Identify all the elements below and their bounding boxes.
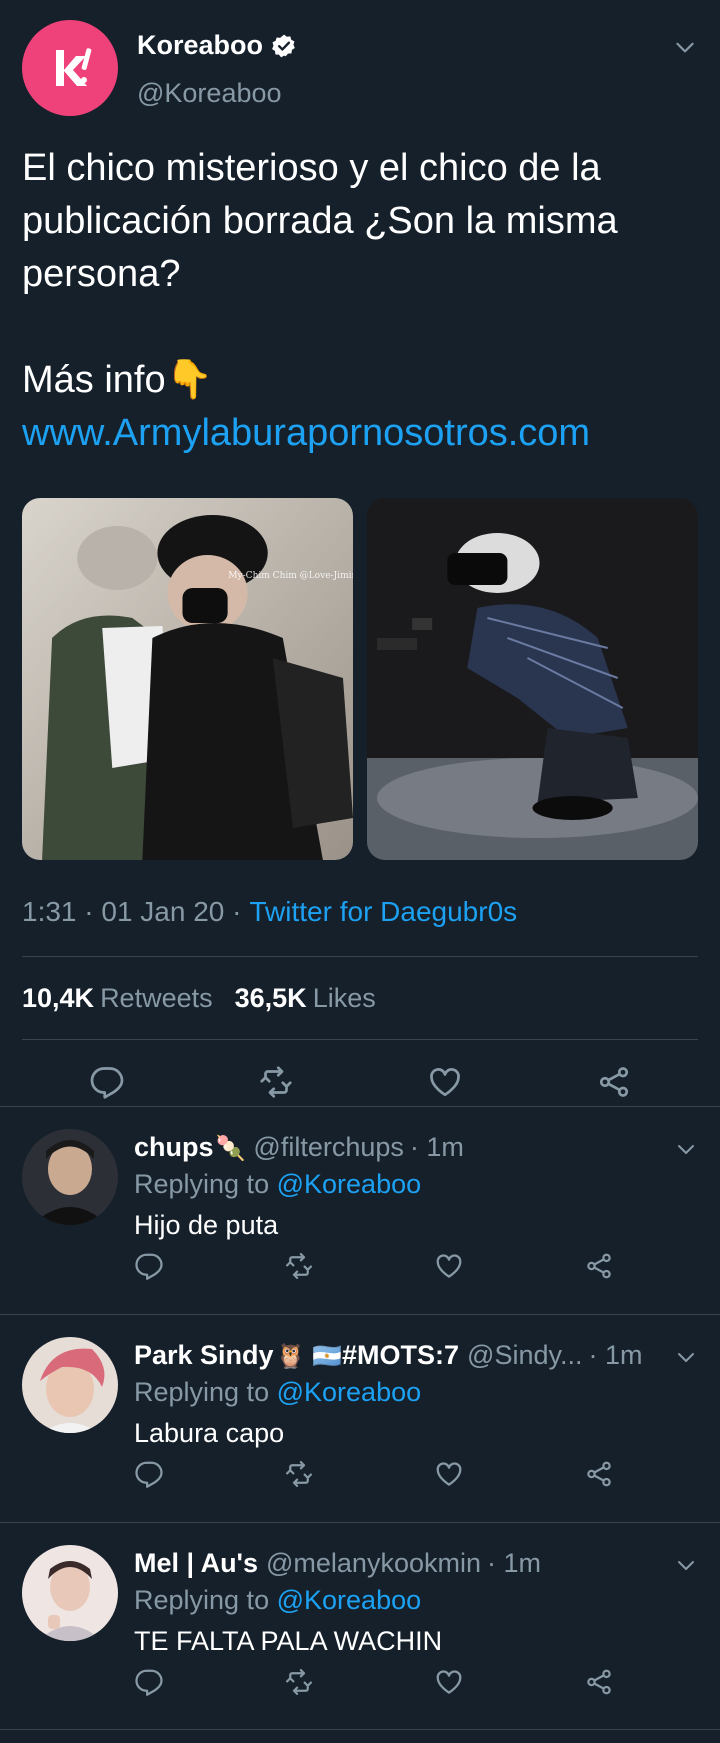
reply-icon[interactable]: [134, 1459, 164, 1489]
like-icon[interactable]: [427, 1064, 463, 1100]
reply-actions: [134, 1667, 614, 1697]
chevron-down-icon[interactable]: [672, 34, 698, 60]
reply-text: TE FALTA PALA WACHIN: [134, 1626, 443, 1656]
tweet-source[interactable]: Twitter for Daegubr0s: [249, 896, 517, 928]
reply-name-text: Park Sindy: [134, 1339, 274, 1370]
reply-author-handle[interactable]: @melanykookmin: [266, 1548, 481, 1579]
chevron-down-icon[interactable]: [674, 1345, 698, 1369]
likes-count: 36,5K: [234, 982, 307, 1013]
replying-prefix: Replying to: [134, 1377, 270, 1407]
reply-time: · 1m: [588, 1339, 643, 1370]
retweets-count: 10,4K: [22, 982, 95, 1013]
like-icon[interactable]: [434, 1667, 464, 1697]
replying-to: Replying to @Koreaboo: [134, 1169, 421, 1200]
reply-author-name[interactable]: chups🍡: [134, 1132, 245, 1163]
reply-name-suffix: #MOTS:7: [342, 1339, 460, 1370]
reply-item[interactable]: Park Sindy🦉 🇦🇷#MOTS:7 @Sindy... · 1m Rep…: [0, 1314, 720, 1522]
retweet-icon[interactable]: [284, 1667, 314, 1697]
tweet-header: Koreaboo @Koreaboo: [22, 0, 698, 122]
avatar[interactable]: [22, 1337, 118, 1433]
name-emoji: 🍡: [215, 1134, 246, 1162]
reply-time: · 1m: [487, 1547, 541, 1578]
like-icon[interactable]: [434, 1459, 464, 1489]
replying-to: Replying to @Koreaboo: [134, 1585, 421, 1616]
reply-icon[interactable]: [134, 1251, 164, 1281]
reply-text: Labura capo: [134, 1418, 285, 1448]
reply-name-text: chups: [134, 1131, 214, 1162]
reply-text: Hijo de puta: [134, 1210, 279, 1240]
share-icon[interactable]: [584, 1251, 614, 1281]
media-image-2[interactable]: [367, 498, 698, 860]
avatar[interactable]: [22, 1129, 118, 1225]
reply-actions: [134, 1459, 614, 1489]
reply-icon[interactable]: [134, 1667, 164, 1697]
tweet-time: 1:31 · 01 Jan 20 ·: [22, 896, 242, 927]
tweet-text: El chico misterioso y el chico de la pub…: [22, 147, 618, 401]
tweet-meta: 1:31 · 01 Jan 20 · Twitter for Daegubr0s: [22, 890, 698, 934]
avatar[interactable]: [22, 1545, 118, 1641]
replying-to-link[interactable]: @Koreaboo: [277, 1585, 422, 1615]
chevron-down-icon[interactable]: [674, 1137, 698, 1161]
retweet-icon[interactable]: [258, 1064, 294, 1100]
verified-icon: [272, 34, 295, 57]
likes-label: Likes: [312, 982, 376, 1013]
share-icon[interactable]: [596, 1064, 632, 1100]
tweet-stats: 10,4K Retweets 36,5K Likes: [22, 957, 698, 1039]
author-handle[interactable]: @Koreaboo: [137, 78, 282, 109]
retweet-icon[interactable]: [284, 1251, 314, 1281]
replying-to: Replying to @Koreaboo: [134, 1377, 421, 1408]
reply-author-handle[interactable]: @filterchups: [253, 1132, 403, 1163]
replying-prefix: Replying to: [134, 1585, 270, 1615]
name-emoji: 🦉 🇦🇷: [275, 1342, 342, 1370]
reply-time: · 1m: [409, 1131, 464, 1162]
main-tweet: Koreaboo @Koreaboo El chico misterioso y…: [0, 0, 720, 1106]
replying-to-link[interactable]: @Koreaboo: [277, 1377, 422, 1407]
reply-author-name[interactable]: Park Sindy🦉 🇦🇷#MOTS:7: [134, 1340, 459, 1371]
reply-item[interactable]: chups🍡 @filterchups · 1m Replying to @Ko…: [0, 1106, 720, 1314]
reply-author-handle[interactable]: @Sindy...: [467, 1340, 582, 1371]
replying-to-link[interactable]: @Koreaboo: [277, 1169, 422, 1199]
avatar[interactable]: [22, 20, 118, 116]
reply-item[interactable]: Mel | Au's @melanykookmin · 1m Replying …: [0, 1522, 720, 1730]
chevron-down-icon[interactable]: [674, 1553, 698, 1577]
koreaboo-logo-icon: [56, 48, 92, 86]
retweets-stat[interactable]: 10,4K Retweets: [22, 983, 213, 1014]
tweet-media: My-Chim Chim @Love-Jimin: [22, 498, 698, 860]
media-image-1[interactable]: My-Chim Chim @Love-Jimin: [22, 498, 353, 860]
reply-author-name[interactable]: Mel | Au's: [134, 1548, 258, 1579]
image-watermark: My-Chim Chim @Love-Jimin: [228, 571, 353, 581]
retweets-label: Retweets: [100, 982, 213, 1013]
share-icon[interactable]: [584, 1459, 614, 1489]
author-name[interactable]: Koreaboo: [137, 30, 263, 61]
tweet-link[interactable]: www.Armylaburapornosotros.com: [22, 407, 698, 460]
reply-icon[interactable]: [89, 1064, 125, 1100]
share-icon[interactable]: [584, 1667, 614, 1697]
replying-prefix: Replying to: [134, 1169, 270, 1199]
reply-actions: [134, 1251, 614, 1281]
retweet-icon[interactable]: [284, 1459, 314, 1489]
likes-stat[interactable]: 36,5K Likes: [235, 983, 376, 1014]
like-icon[interactable]: [434, 1251, 464, 1281]
